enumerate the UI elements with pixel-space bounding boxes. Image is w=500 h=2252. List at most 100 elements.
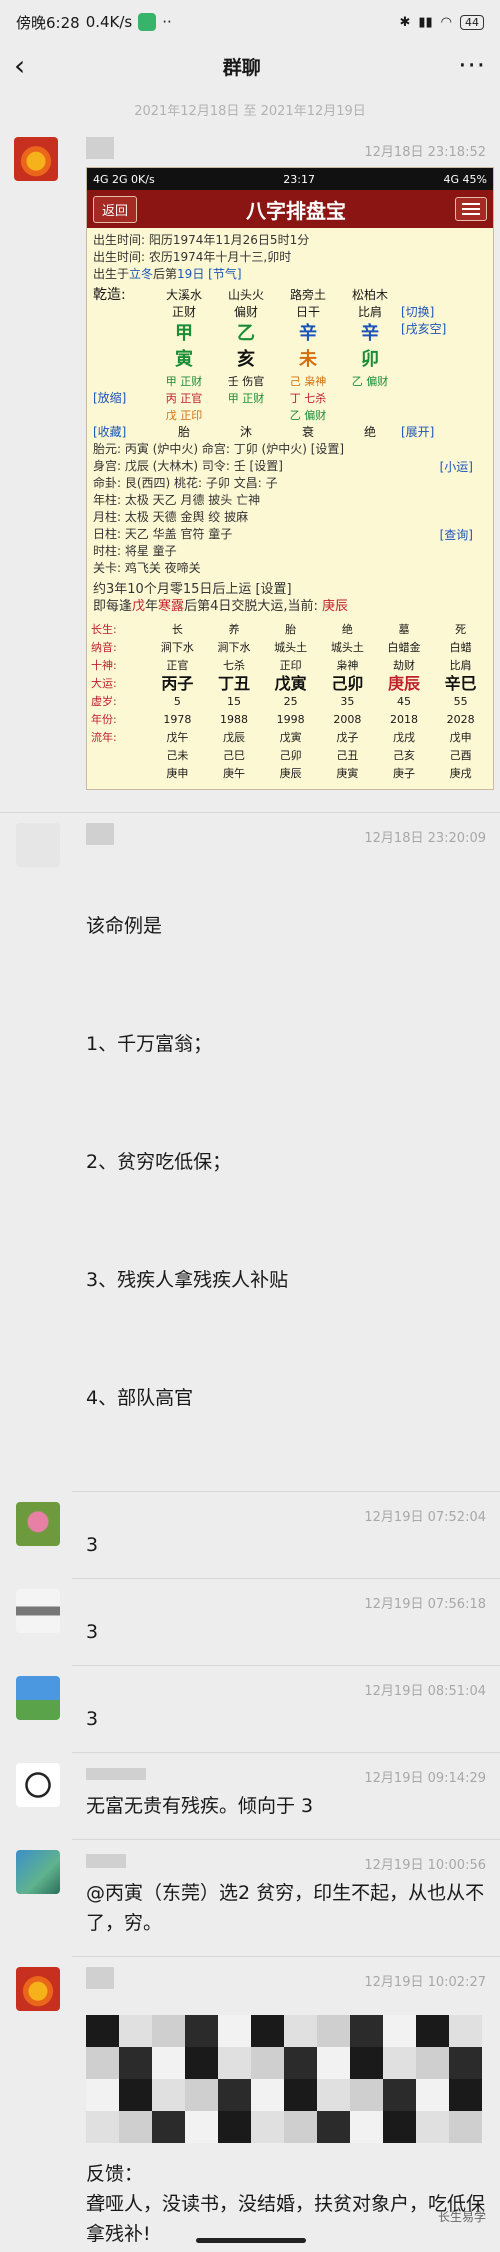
mosaic-block [86, 2079, 119, 2111]
message-item: 12月19日 10:00:56 @丙寅（东莞）选2 贫穷，印生不起，从也从不了，… [16, 1840, 500, 1957]
nayin-hour: 松柏木 [351, 288, 388, 302]
message-item: 12月18日 23:20:09 该命例是 1、千万富翁； 2、贫穷吃低保； 3、… [16, 813, 500, 1492]
luck-cell: 劫财 [392, 659, 415, 672]
zoom-link: [放缩] [93, 391, 127, 405]
mosaic-block [449, 2015, 482, 2047]
luck-cell: 己卯 [331, 674, 364, 693]
qianzao-label: 乾造: [93, 287, 126, 303]
luck-cell: 戊子 [336, 731, 359, 744]
mosaic-block [86, 2047, 119, 2079]
wifi-icon: ◠ [440, 14, 452, 30]
mosaic-block [251, 2047, 284, 2079]
avatar[interactable] [16, 1502, 60, 1546]
luck-row-label: 年份: [91, 713, 117, 726]
message-text: 3 [86, 1708, 99, 1730]
status-bar: 傍晚6:28 0.4K/s ·· ✱ ▮▮ ◠ 44 [0, 0, 500, 44]
luck-cell: 1988 [219, 713, 248, 726]
mosaic-image[interactable] [86, 2015, 486, 2143]
embedded-back-button: 返回 [93, 195, 138, 223]
message-item: 12月19日 07:56:18 3 [16, 1579, 500, 1666]
mosaic-block [416, 2111, 449, 2143]
message-line: 2、贫穷吃低保； [86, 1151, 232, 1173]
avatar[interactable] [16, 1589, 60, 1633]
shishen-year: 正财 [171, 305, 196, 319]
luck-row-label: 大运: [91, 677, 117, 690]
mosaic-block [185, 2111, 218, 2143]
luck-row-label: 流年: [91, 731, 117, 744]
embedded-header: 返回 八字排盘宝 [87, 190, 493, 228]
info-line: 月柱: 太极 天德 金舆 绞 披麻 [93, 510, 249, 524]
mosaic-block [317, 2047, 350, 2079]
luck-cell: 七杀 [222, 659, 245, 672]
avatar[interactable] [16, 823, 60, 867]
mosaic-block [317, 2111, 350, 2143]
luck-row-label [91, 765, 149, 783]
mosaic-block [119, 2079, 152, 2111]
hidden-stem: 丁 七杀 [289, 392, 327, 405]
home-indicator[interactable] [196, 2238, 306, 2243]
message-text: 3 [86, 1534, 99, 1556]
embedded-signal: 4G 2G 0K/s [93, 172, 155, 186]
embedded-logo: 八字排盘宝 [246, 198, 346, 223]
message-time: 12月19日 09:14:29 [364, 1771, 486, 1786]
mosaic-block [416, 2015, 449, 2047]
mosaic-block [416, 2079, 449, 2111]
luck-cell: 己巳 [222, 749, 245, 762]
info-line: 日柱: 天乙 华盖 官符 童子 [93, 527, 233, 541]
yun-rule: 即每逢戊年寒露后第4日交脱大运,当前: 庚辰 [93, 599, 348, 614]
luck-cell: 庚申 [166, 767, 189, 780]
nayin-day: 路旁土 [289, 288, 326, 302]
message-line: 3、残疾人拿残疾人补贴 [86, 1269, 289, 1291]
luck-cell: 己未 [166, 749, 189, 762]
avatar[interactable] [16, 1676, 60, 1720]
more-icon[interactable]: ··· [458, 51, 486, 81]
hidden-stem: 乙 偏财 [289, 409, 327, 422]
stem-day: 辛 [299, 323, 317, 344]
hidden-stem: 己 枭神 [289, 375, 327, 388]
info-line: 时柱: 将星 童子 [93, 544, 177, 558]
luck-cell: 庚戌 [449, 767, 472, 780]
embedded-menu-icon [454, 197, 487, 221]
luck-cell: 25 [283, 695, 298, 708]
mosaic-block [350, 2111, 383, 2143]
status-dots: ·· [162, 13, 172, 31]
mosaic-block [218, 2015, 251, 2047]
mosaic-block [185, 2079, 218, 2111]
message-time: 12月19日 10:00:56 [364, 1858, 486, 1873]
bazi-screenshot-image[interactable]: 4G 2G 0K/s 23:17 4G 45% 返回 八字排盘宝 出生时间: 阳… [86, 167, 494, 790]
birth-lunar: 出生时间: 农历1974年十月十三,卯时 [93, 250, 292, 264]
luck-cell: 己亥 [392, 749, 415, 762]
luck-cell: 2018 [389, 713, 418, 726]
avatar[interactable] [14, 137, 58, 181]
luck-cell: 2008 [333, 713, 362, 726]
mosaic-block [185, 2015, 218, 2047]
bluetooth-icon: ✱ [399, 14, 411, 30]
date-range: 2021年12月18日 至 2021年12月19日 [134, 104, 366, 119]
xiaoyun-link: [小运] [439, 460, 473, 474]
back-icon[interactable]: ‹ [14, 52, 25, 80]
growth-state: 胎 [177, 425, 190, 439]
luck-cell: 涧下水 [217, 641, 251, 654]
embedded-time: 23:17 [283, 172, 315, 186]
luck-cell: 丁丑 [217, 674, 250, 693]
luck-cell: 涧下水 [160, 641, 194, 654]
message-item: 12月19日 07:52:04 3 [16, 1492, 500, 1579]
hidden-stem [215, 407, 277, 424]
mosaic-block [350, 2079, 383, 2111]
shishen-day: 日干 [295, 305, 320, 319]
mosaic-block [218, 2047, 251, 2079]
luck-cell: 2028 [446, 713, 475, 726]
luck-cell: 1998 [276, 713, 305, 726]
avatar[interactable] [16, 1850, 60, 1894]
stem-year: 甲 [175, 323, 193, 344]
avatar[interactable] [16, 1763, 60, 1807]
luck-cell: 庚辰 [387, 674, 420, 693]
luck-cell: 15 [226, 695, 241, 708]
message-item: 12月19日 09:14:29 无富无贵有残疾。倾向于 3 [16, 1753, 500, 1840]
mosaic-block [383, 2111, 416, 2143]
luck-cell: 庚子 [392, 767, 415, 780]
message-time: 12月18日 23:18:52 [364, 145, 486, 160]
avatar[interactable] [16, 1967, 60, 2011]
branch-year: 寅 [175, 349, 193, 370]
luck-cell: 戊午 [166, 731, 189, 744]
